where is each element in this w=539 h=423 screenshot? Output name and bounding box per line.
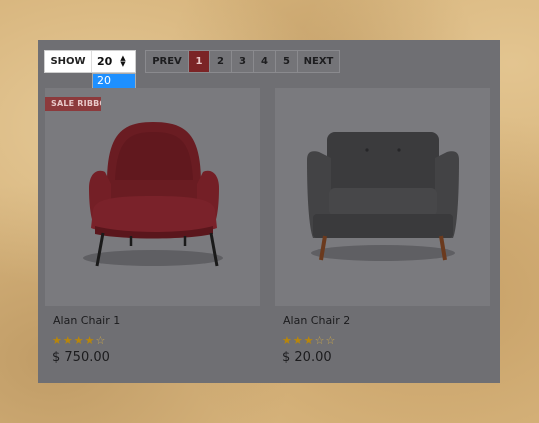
show-selected-value: 20 <box>97 55 113 68</box>
product-card-1[interactable] <box>45 88 260 306</box>
page-4-button[interactable]: 4 <box>254 51 276 72</box>
product-name[interactable]: Alan Chair 1 <box>53 314 120 327</box>
product-grid-panel: SHOW 20 ▲▼ 20 40 60 PREV 1 2 3 4 5 NEXT <box>38 40 500 383</box>
product-price: $ 20.00 <box>282 350 332 365</box>
next-button[interactable]: NEXT <box>298 51 339 72</box>
select-arrows-icon: ▲ ▼ <box>120 54 126 68</box>
chair-image-1 <box>83 122 223 267</box>
pagination: PREV 1 2 3 4 5 NEXT <box>145 50 340 73</box>
page-5-button[interactable]: 5 <box>276 51 298 72</box>
star-icon: ★★★★ <box>52 334 96 347</box>
rating-stars: ★★★★☆ <box>52 334 106 347</box>
page-1-button[interactable]: 1 <box>189 51 210 72</box>
star-icon: ★★★ <box>282 334 315 347</box>
product-name[interactable]: Alan Chair 2 <box>283 314 350 327</box>
sale-ribbon-badge: SALE RIBBON <box>45 97 101 111</box>
page-3-button[interactable]: 3 <box>232 51 254 72</box>
chair-image-2 <box>307 132 459 261</box>
show-option-20[interactable]: 20 <box>93 74 135 88</box>
prev-button[interactable]: PREV <box>146 51 189 72</box>
show-per-page-select[interactable]: SHOW 20 ▲ ▼ <box>44 50 136 73</box>
product-price: $ 750.00 <box>52 350 110 365</box>
product-card-2[interactable] <box>275 88 490 306</box>
star-empty-icon: ☆ <box>95 334 107 347</box>
star-empty-icon: ☆☆ <box>314 334 337 347</box>
rating-stars: ★★★☆☆ <box>282 334 336 347</box>
show-label: SHOW <box>45 51 92 72</box>
page-2-button[interactable]: 2 <box>210 51 232 72</box>
